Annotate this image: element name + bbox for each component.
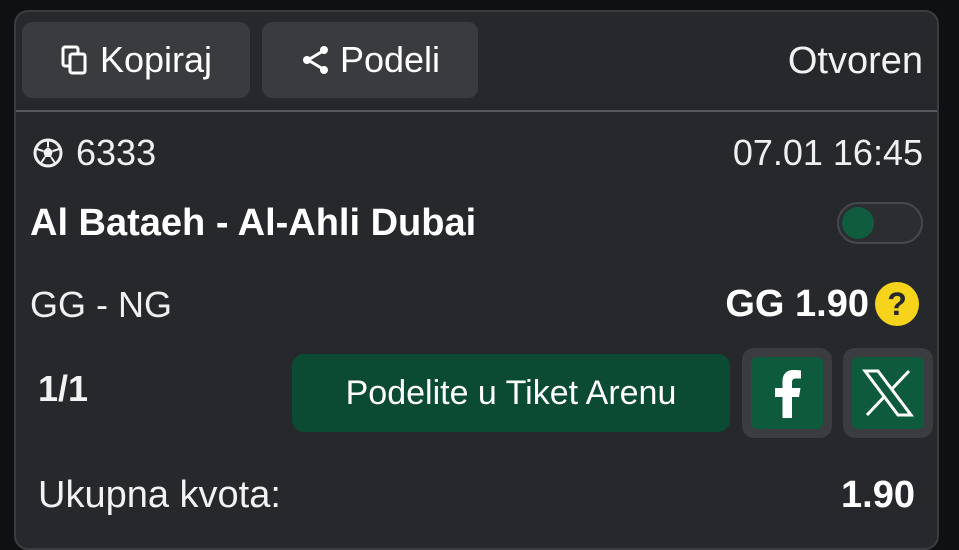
bet-pick: GG 1.90 ? (725, 282, 919, 326)
help-icon[interactable]: ? (875, 282, 919, 326)
ticket-header: Kopiraj Podeli Otvoren (16, 12, 937, 112)
share-icon (300, 44, 330, 76)
match-title: Al Bataeh - Al-Ahli Dubai (30, 202, 477, 244)
bet-market: GG - NG (30, 284, 172, 325)
status-badge: Otvoren (787, 40, 923, 82)
ticket-count: 1/1 (38, 368, 89, 409)
bet-pick-label: GG 1.90 (725, 282, 869, 325)
share-arena-label: Podelite u Tiket Arenu (345, 373, 677, 412)
facebook-icon (751, 357, 823, 429)
total-odds-value: 1.90 (841, 474, 915, 516)
ticket-card: Kopiraj Podeli Otvoren 6333 07.01 16:45 … (14, 10, 939, 550)
copy-button[interactable]: Kopiraj (22, 22, 250, 98)
x-icon (852, 357, 924, 429)
event-datetime: 07.01 16:45 (732, 132, 923, 173)
x-share-button[interactable] (843, 348, 933, 438)
copy-icon (60, 44, 90, 76)
share-arena-button[interactable]: Podelite u Tiket Arenu (292, 354, 730, 432)
event-toggle[interactable] (837, 202, 923, 244)
share-button[interactable]: Podeli (262, 22, 478, 98)
facebook-share-button[interactable] (742, 348, 832, 438)
total-odds-label: Ukupna kvota: (38, 474, 281, 516)
share-label: Podeli (339, 39, 441, 80)
soccer-ball-icon (32, 137, 64, 169)
event-id: 6333 (76, 132, 157, 173)
toggle-knob (842, 207, 874, 239)
event-code: 6333 (32, 132, 156, 174)
header-divider (16, 110, 937, 112)
copy-label: Kopiraj (99, 39, 213, 80)
